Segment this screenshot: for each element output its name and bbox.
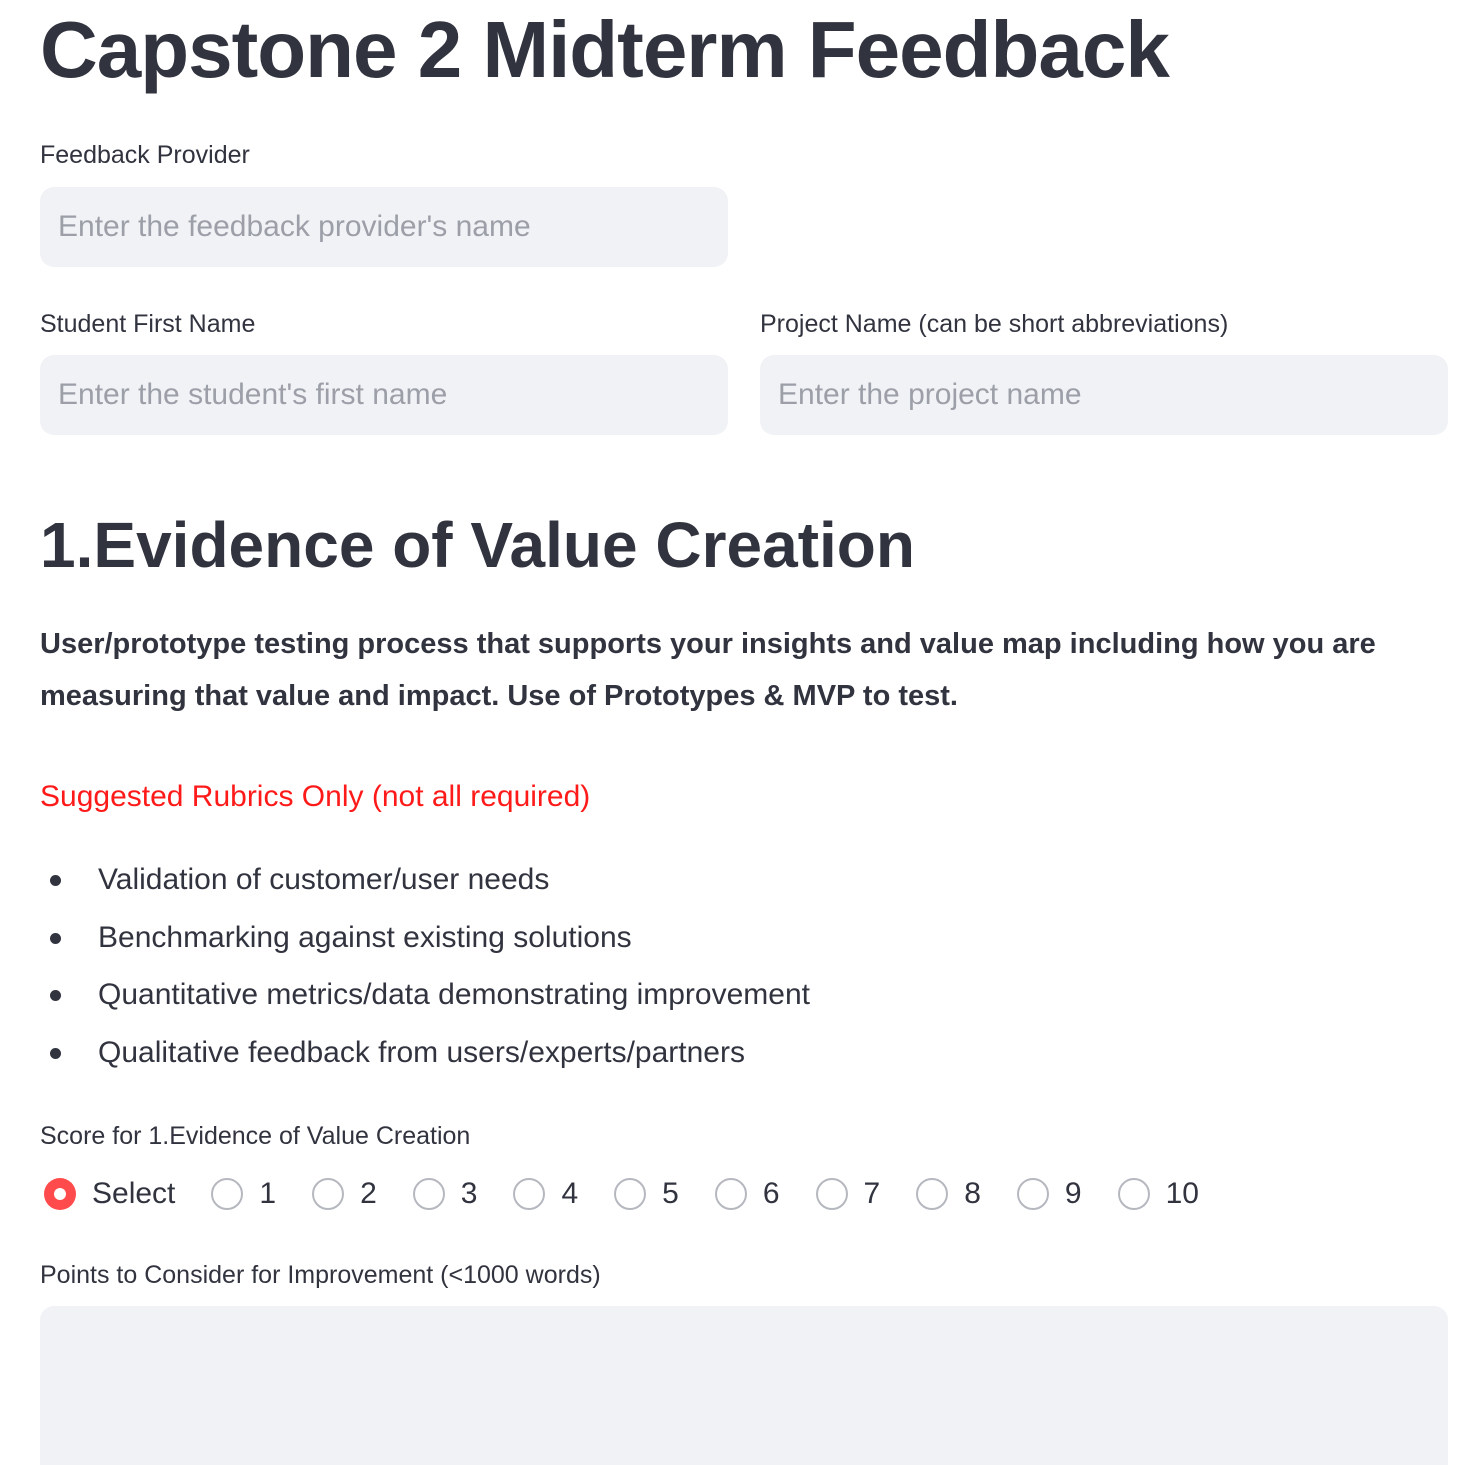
- bullet-icon: [50, 875, 61, 886]
- score-option-label: 5: [662, 1177, 679, 1210]
- bullet-icon: [50, 990, 61, 1001]
- rubric-text: Benchmarking against existing solutions: [98, 920, 632, 954]
- score-option-label: 6: [762, 1177, 780, 1210]
- radio-unselected-icon[interactable]: [614, 1178, 647, 1210]
- feedback-form-page: Capstone 2 Midterm Feedback Feedback Pro…: [0, 0, 1473, 1465]
- score-option-label: 2: [360, 1177, 377, 1210]
- score-option-7[interactable]: 7: [812, 1174, 881, 1214]
- improvement-textarea[interactable]: [40, 1306, 1448, 1465]
- score-option-label: Select: [92, 1177, 176, 1210]
- student-first-name-input[interactable]: [40, 355, 728, 435]
- radio-unselected-icon[interactable]: [714, 1178, 747, 1210]
- score-option-label: 7: [863, 1177, 881, 1210]
- score-option-4[interactable]: 4: [509, 1174, 578, 1214]
- project-name-input[interactable]: [760, 355, 1448, 435]
- radio-unselected-icon[interactable]: [1016, 1178, 1049, 1210]
- rubric-item: Quantitative metrics/data demonstrating …: [40, 971, 810, 1029]
- score-option-label: 4: [561, 1177, 579, 1210]
- score-option-label: 3: [460, 1177, 478, 1210]
- bullet-icon: [50, 932, 61, 944]
- score-option-label: 10: [1165, 1177, 1199, 1210]
- radio-unselected-icon[interactable]: [412, 1178, 445, 1210]
- radio-unselected-icon[interactable]: [513, 1178, 546, 1210]
- score-label: Score for 1.Evidence of Value Creation: [40, 1122, 471, 1150]
- suggested-rubrics-note: Suggested Rubrics Only (not all required…: [40, 780, 591, 813]
- rubric-item: Qualitative feedback from users/experts/…: [40, 1029, 810, 1087]
- score-option-6[interactable]: 6: [711, 1174, 780, 1214]
- rubric-list: Validation of customer/user needs Benchm…: [40, 856, 810, 1086]
- score-option-2[interactable]: 2: [308, 1174, 377, 1214]
- score-option-label: 1: [259, 1177, 277, 1210]
- score-option-select[interactable]: Select: [40, 1174, 175, 1214]
- improvement-label: Points to Consider for Improvement (<100…: [40, 1261, 601, 1289]
- radio-unselected-icon[interactable]: [312, 1178, 345, 1210]
- project-name-label: Project Name (can be short abbreviations…: [760, 310, 1229, 338]
- score-option-8[interactable]: 8: [912, 1174, 981, 1214]
- feedback-provider-label: Feedback Provider: [40, 141, 250, 169]
- score-option-9[interactable]: 9: [1013, 1174, 1082, 1214]
- rubric-item: Benchmarking against existing solutions: [40, 914, 810, 972]
- page-title: Capstone 2 Midterm Feedback: [40, 5, 1170, 94]
- score-option-10[interactable]: 10: [1114, 1174, 1199, 1214]
- section-heading: 1.Evidence of Value Creation: [40, 509, 915, 581]
- radio-selected-icon[interactable]: [44, 1178, 76, 1210]
- rubric-text: Quantitative metrics/data demonstrating …: [98, 978, 810, 1011]
- score-option-label: 8: [964, 1177, 981, 1210]
- score-radio-group: Select 1 2 3 4 5 6 7 8 9 10: [40, 1170, 1231, 1218]
- score-option-5[interactable]: 5: [610, 1174, 679, 1214]
- section-description: User/prototype testing process that supp…: [40, 628, 1376, 712]
- radio-unselected-icon[interactable]: [1117, 1178, 1150, 1210]
- feedback-provider-input[interactable]: [40, 187, 728, 267]
- score-option-1[interactable]: 1: [207, 1174, 276, 1214]
- radio-unselected-icon[interactable]: [916, 1178, 949, 1210]
- student-first-name-label: Student First Name: [40, 310, 256, 338]
- radio-unselected-icon[interactable]: [211, 1178, 244, 1210]
- bullet-icon: [50, 1047, 61, 1059]
- score-option-3[interactable]: 3: [409, 1174, 478, 1214]
- radio-unselected-icon[interactable]: [815, 1178, 848, 1210]
- score-option-label: 9: [1064, 1177, 1082, 1210]
- rubric-item: Validation of customer/user needs: [40, 856, 810, 914]
- rubric-text: Validation of customer/user needs: [98, 863, 550, 896]
- rubric-text: Qualitative feedback from users/experts/…: [98, 1035, 745, 1069]
